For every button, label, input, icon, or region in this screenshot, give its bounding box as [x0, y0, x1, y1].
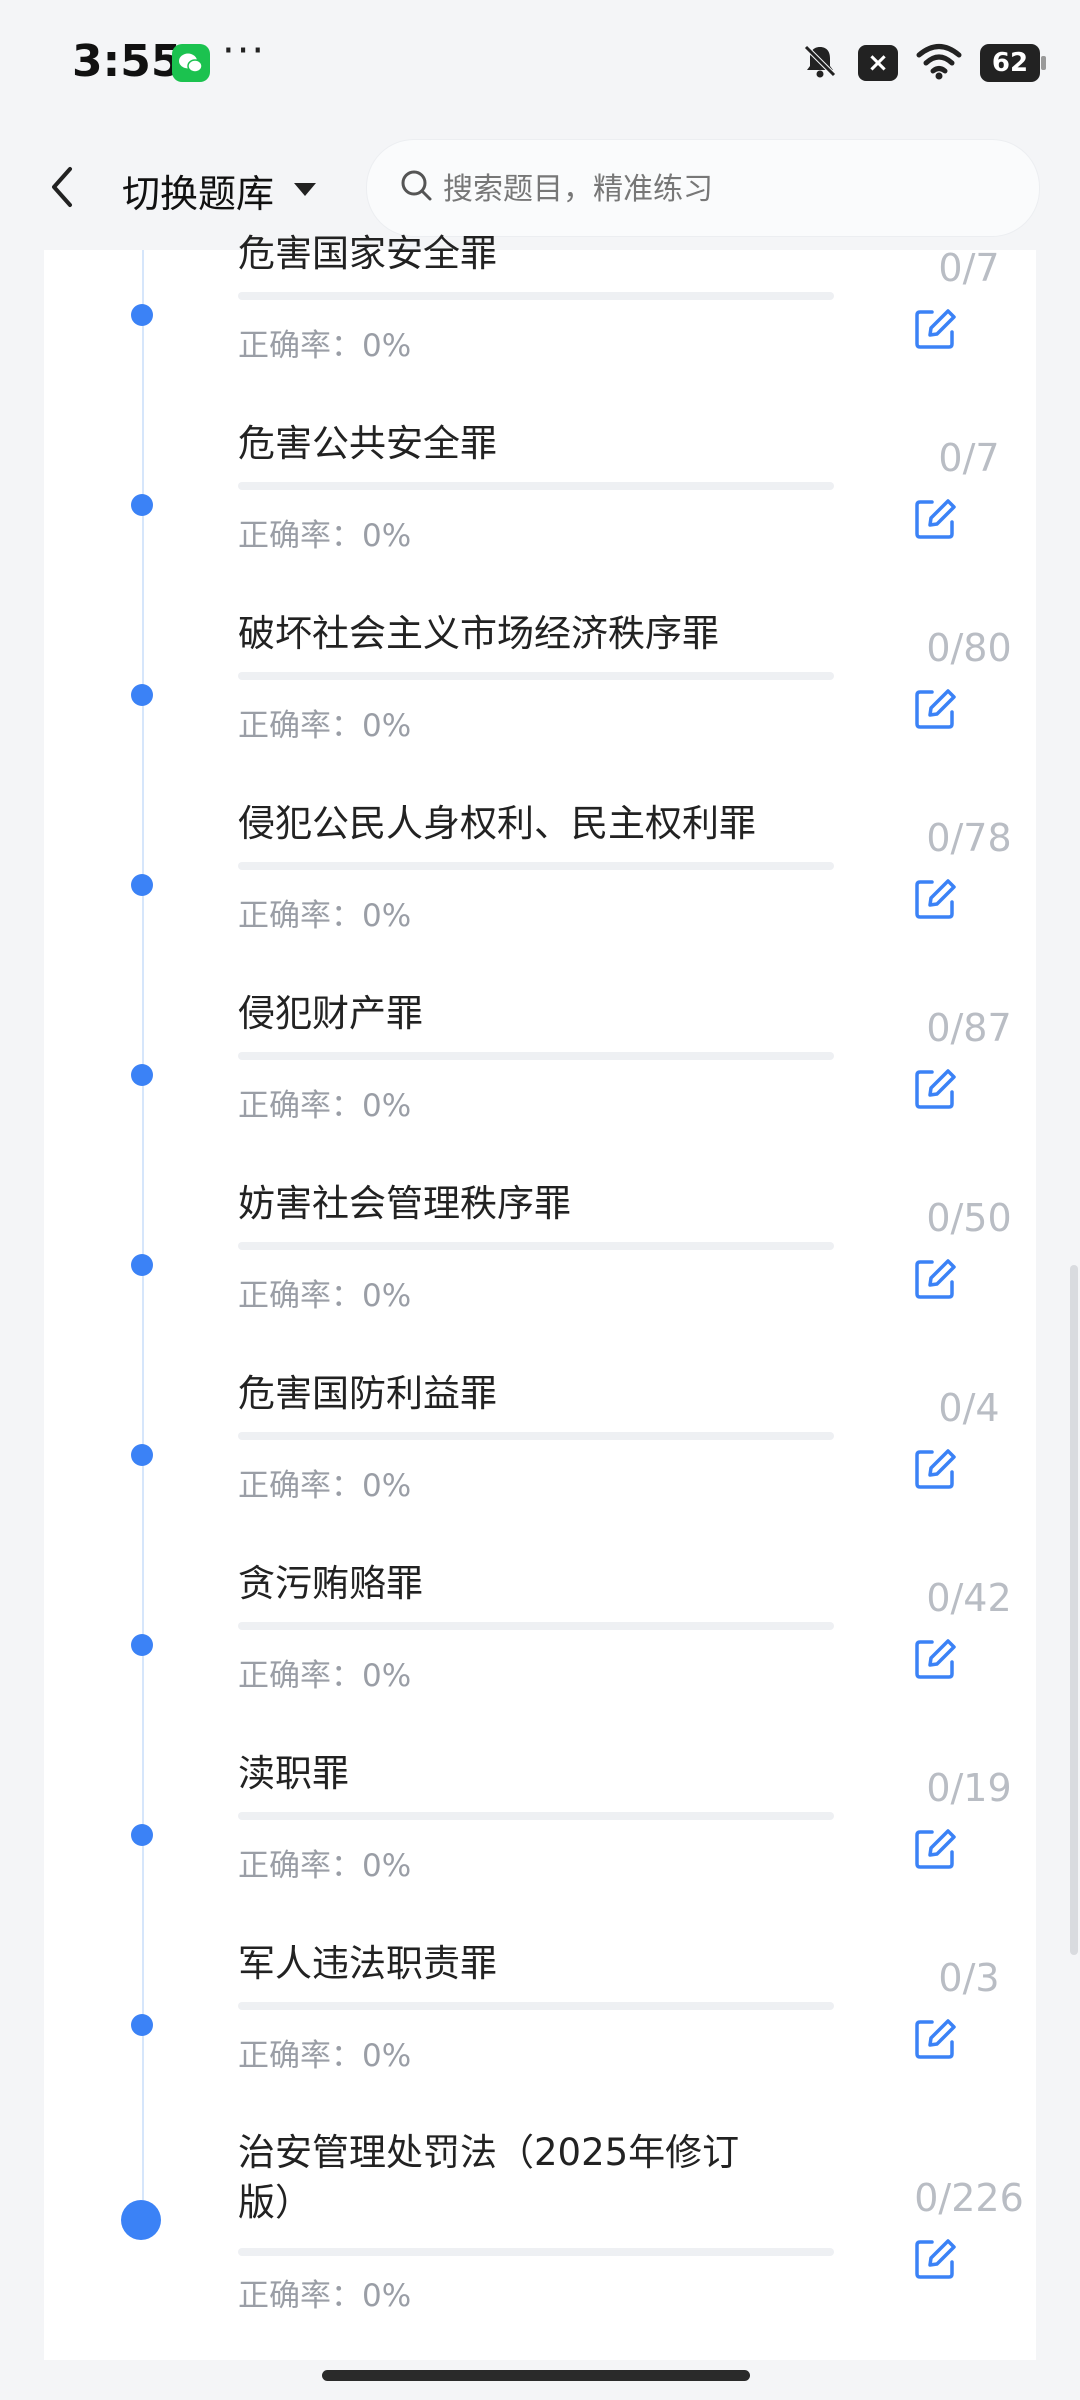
- question-count: 0/7: [938, 246, 1000, 290]
- progress-bar: [238, 1622, 834, 1630]
- progress-bar: [238, 862, 834, 870]
- chapter-name: 侵犯公民人身权利、民主权利罪: [238, 802, 756, 845]
- accuracy-label: 正确率：0%: [238, 2278, 412, 2314]
- accuracy-label: 正确率：0%: [238, 1088, 412, 1124]
- timeline-dot: [121, 2200, 161, 2240]
- system-icons: × 62: [800, 40, 1046, 86]
- chapter-name: 军人违法职责罪: [238, 1942, 497, 1985]
- chapter-name: 妨害社会管理秩序罪: [238, 1182, 571, 1225]
- accuracy-label: 正确率：0%: [238, 1658, 412, 1694]
- chapter-item[interactable]: 危害公共安全罪正确率：0% 0/7: [44, 418, 1036, 608]
- question-count: 0/7: [938, 436, 1000, 480]
- accuracy-label: 正确率：0%: [238, 328, 412, 364]
- accuracy-label: 正确率：0%: [238, 708, 412, 744]
- edit-practice-icon[interactable]: [912, 1066, 958, 1112]
- status-time: 3:55: [72, 36, 182, 87]
- accuracy-label: 正确率：0%: [238, 1278, 412, 1314]
- edit-practice-icon[interactable]: [912, 2016, 958, 2062]
- accuracy-label: 正确率：0%: [238, 898, 412, 934]
- question-count: 0/50: [926, 1196, 1012, 1240]
- wifi-icon: [916, 42, 962, 84]
- edit-practice-icon[interactable]: [912, 496, 958, 542]
- progress-bar: [238, 2248, 834, 2256]
- question-count: 0/78: [926, 816, 1012, 860]
- timeline-dot: [131, 684, 153, 706]
- question-count: 0/87: [926, 1006, 1012, 1050]
- timeline-dot: [131, 1444, 153, 1466]
- back-button[interactable]: [42, 159, 82, 215]
- timeline-dot: [131, 304, 153, 326]
- search-icon: [401, 170, 432, 201]
- edit-practice-icon[interactable]: [912, 1446, 958, 1492]
- question-count: 0/4: [938, 1386, 1000, 1430]
- chapter-name: 危害国家安全罪: [238, 232, 497, 275]
- progress-bar: [238, 2002, 834, 2010]
- chapter-item[interactable]: 妨害社会管理秩序罪正确率：0% 0/50: [44, 1178, 1036, 1368]
- accuracy-label: 正确率：0%: [238, 1848, 412, 1884]
- edit-practice-icon[interactable]: [912, 1636, 958, 1682]
- battery-indicator: 62: [980, 44, 1046, 82]
- accuracy-label: 正确率：0%: [238, 2038, 412, 2074]
- progress-bar: [238, 1052, 834, 1060]
- chapter-item[interactable]: 破坏社会主义市场经济秩序罪正确率：0% 0/80: [44, 608, 1036, 798]
- chapter-name: 渎职罪: [238, 1752, 349, 1795]
- edit-practice-icon[interactable]: [912, 1256, 958, 1302]
- chapter-name: 危害国防利益罪: [238, 1372, 497, 1415]
- chapter-item[interactable]: 渎职罪正确率：0% 0/19: [44, 1748, 1036, 1938]
- progress-bar: [238, 1432, 834, 1440]
- timeline-dot: [131, 1824, 153, 1846]
- chapter-name: 破坏社会主义市场经济秩序罪: [238, 612, 719, 655]
- question-count: 0/42: [926, 1576, 1012, 1620]
- progress-bar: [238, 1812, 834, 1820]
- question-count: 0/19: [926, 1766, 1012, 1810]
- edit-practice-icon[interactable]: [912, 2236, 958, 2282]
- timeline-dot: [131, 494, 153, 516]
- timeline-dot: [131, 874, 153, 896]
- home-indicator[interactable]: [322, 2370, 750, 2381]
- edit-practice-icon[interactable]: [912, 306, 958, 352]
- question-count: 0/80: [926, 626, 1012, 670]
- chapter-item[interactable]: 侵犯公民人身权利、民主权利罪正确率：0% 0/78: [44, 798, 1036, 988]
- chapter-list-card: 危害国家安全罪 正确率：0% 0/7 危害公共安全罪 正确率：0% 0/7 破坏社会主义市场…: [44, 232, 1036, 2360]
- scrollbar-thumb[interactable]: [1070, 1265, 1078, 1955]
- question-count: 0/226: [914, 2176, 1024, 2220]
- chapter-item[interactable]: 危害国防利益罪正确率：0% 0/4: [44, 1368, 1036, 1558]
- caret-down-icon[interactable]: [288, 173, 322, 207]
- accuracy-label: 正确率：0%: [238, 518, 412, 554]
- switch-bank-title[interactable]: 切换题库: [122, 163, 274, 218]
- chapter-item[interactable]: 贪污贿赂罪正确率：0% 0/42: [44, 1558, 1036, 1748]
- chapter-name: 治安管理处罚法（2025年修订版）: [238, 2131, 740, 2224]
- progress-bar: [238, 482, 834, 490]
- timeline-dot: [131, 1254, 153, 1276]
- chapter-name: 侵犯财产罪: [238, 992, 423, 1035]
- progress-bar: [238, 292, 834, 300]
- edit-practice-icon[interactable]: [912, 876, 958, 922]
- chapter-name: 贪污贿赂罪: [238, 1562, 423, 1605]
- timeline-dot: [131, 1064, 153, 1086]
- wechat-icon: [172, 44, 210, 82]
- status-bar: 3:55 ··· × 62: [0, 0, 1080, 125]
- chapter-name: 危害公共安全罪: [238, 422, 497, 465]
- chapter-item[interactable]: 侵犯财产罪正确率：0% 0/87: [44, 988, 1036, 1178]
- close-notification-icon: ×: [858, 45, 898, 81]
- more-notifications-icon: ···: [222, 28, 267, 74]
- progress-bar: [238, 672, 834, 680]
- chapter-item[interactable]: 军人违法职责罪正确率：0% 0/3: [44, 1938, 1036, 2128]
- chapter-item[interactable]: 危害国家安全罪正确率：0% 0/7: [44, 228, 1036, 418]
- search-bar[interactable]: [366, 139, 1040, 237]
- question-count: 0/3: [938, 1956, 1000, 2000]
- edit-practice-icon[interactable]: [912, 1826, 958, 1872]
- bell-off-icon: [800, 41, 840, 85]
- accuracy-label: 正确率：0%: [238, 1468, 412, 1504]
- chapter-item[interactable]: 治安管理处罚法（2025年修订版） 正确率：0% 0/226: [44, 2128, 1036, 2318]
- edit-practice-icon[interactable]: [912, 686, 958, 732]
- timeline-dot: [131, 2014, 153, 2036]
- search-input[interactable]: [441, 166, 1005, 212]
- timeline-dot: [131, 1634, 153, 1656]
- progress-bar: [238, 1242, 834, 1250]
